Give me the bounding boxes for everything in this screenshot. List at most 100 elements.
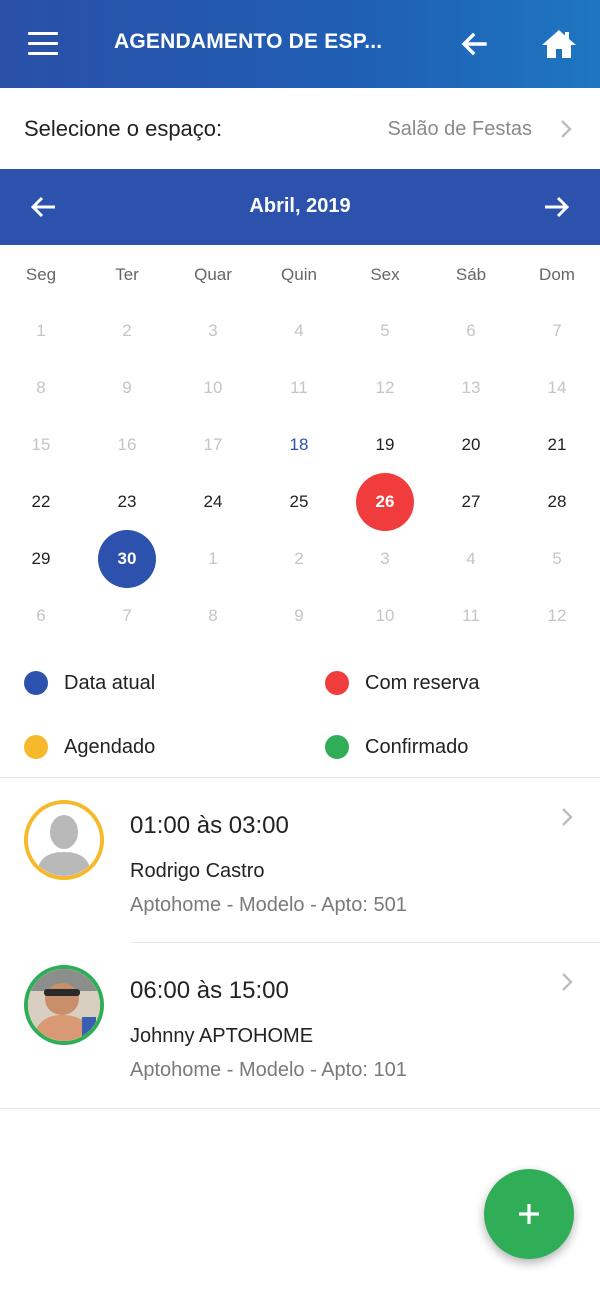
calendar-day[interactable]: 11	[428, 588, 514, 644]
calendar-day[interactable]: 5	[342, 303, 428, 359]
avatar	[24, 800, 104, 880]
next-month-arrow-icon[interactable]	[538, 189, 574, 225]
calendar-day[interactable]: 16	[84, 417, 170, 473]
calendar-day[interactable]: 24	[170, 474, 256, 530]
calendar-day[interactable]: 1	[170, 531, 256, 587]
calendar-day-number: 7	[552, 321, 562, 340]
calendar-day-number: 15	[31, 435, 51, 454]
calendar-day-number: 13	[461, 378, 481, 397]
calendar-day-number: 30	[117, 549, 137, 568]
arrow-left-icon[interactable]	[455, 24, 495, 64]
legend-dot-current	[24, 671, 48, 695]
calendar-day[interactable]: 1	[0, 303, 84, 359]
calendar-day-number: 29	[31, 549, 51, 568]
calendar-day[interactable]: 10	[342, 588, 428, 644]
calendar-day[interactable]: 7	[514, 303, 600, 359]
calendar-day[interactable]: 7	[84, 588, 170, 644]
calendar-day-number: 24	[203, 492, 223, 511]
calendar-day[interactable]: 30	[84, 530, 170, 588]
home-icon[interactable]	[538, 24, 580, 64]
calendar-day-number: 6	[466, 321, 476, 340]
calendar-day-number: 3	[380, 549, 390, 568]
calendar-day[interactable]: 2	[256, 531, 342, 587]
calendar-day[interactable]: 29	[0, 531, 84, 587]
calendar-day[interactable]: 8	[170, 588, 256, 644]
booking-list-item[interactable]: 01:00 às 03:00 Rodrigo Castro Aptohome -…	[0, 778, 600, 943]
calendar-day-number: 5	[380, 321, 390, 340]
calendar-day[interactable]: 23	[84, 474, 170, 530]
calendar-day[interactable]: 19	[342, 417, 428, 473]
avatar	[24, 965, 104, 1045]
weekday-label: Quar	[194, 265, 232, 284]
calendar-day[interactable]: 18	[256, 417, 342, 473]
weekday-label: Sex	[370, 265, 400, 284]
legend-label: Com reserva	[365, 671, 480, 694]
calendar-day[interactable]: 25	[256, 474, 342, 530]
calendar-day-number: 16	[117, 435, 137, 454]
calendar-day-number: 12	[375, 378, 395, 397]
booking-place: Aptohome - Modelo - Apto: 501	[130, 894, 407, 916]
calendar-day[interactable]: 4	[256, 303, 342, 359]
calendar-day-number: 5	[552, 549, 562, 568]
weekday-label: Sáb	[455, 265, 487, 284]
calendar-day[interactable]: 20	[428, 417, 514, 473]
calendar-day[interactable]: 4	[428, 531, 514, 587]
app-header: AGENDAMENTO DE ESP...	[0, 0, 600, 88]
calendar-day-number: 21	[547, 435, 567, 454]
calendar-day[interactable]: 2	[84, 303, 170, 359]
calendar-day[interactable]: 6	[428, 303, 514, 359]
calendar-day[interactable]: 11	[256, 360, 342, 416]
calendar-day-number: 12	[547, 606, 567, 625]
calendar-day-number: 20	[461, 435, 481, 454]
calendar-day[interactable]: 28	[514, 474, 600, 530]
calendar-day-number: 4	[466, 549, 476, 568]
calendar-day-number: 9	[294, 606, 304, 625]
space-selector[interactable]: Selecione o espaço: Salão de Festas	[0, 88, 600, 169]
calendar-day[interactable]: 12	[342, 360, 428, 416]
booking-name: Johnny APTOHOME	[130, 1025, 314, 1047]
legend-label: Confirmado	[365, 735, 469, 758]
calendar-day[interactable]: 26	[342, 473, 428, 531]
calendar-day[interactable]: 10	[170, 360, 256, 416]
calendar-day-number: 4	[294, 321, 304, 340]
calendar-day[interactable]: 9	[256, 588, 342, 644]
calendar-day[interactable]: 3	[170, 303, 256, 359]
calendar-day-number: 2	[294, 549, 304, 568]
calendar-day-number: 11	[290, 378, 308, 397]
calendar-day-number: 14	[547, 378, 567, 397]
calendar-day-number: 3	[208, 321, 218, 340]
legend-dot-confirmed	[325, 735, 349, 759]
add-booking-button[interactable]	[484, 1169, 574, 1259]
calendar-day[interactable]: 13	[428, 360, 514, 416]
calendar-day[interactable]: 21	[514, 417, 600, 473]
booking-time: 06:00 às 15:00	[130, 977, 289, 1004]
legend-dot-scheduled	[24, 735, 48, 759]
booking-place: Aptohome - Modelo - Apto: 101	[130, 1059, 407, 1081]
calendar-day[interactable]: 3	[342, 531, 428, 587]
calendar-day[interactable]: 15	[0, 417, 84, 473]
calendar-day-number: 1	[36, 321, 46, 340]
legend-item-confirmed: Confirmado	[325, 735, 468, 759]
calendar-day[interactable]: 14	[514, 360, 600, 416]
calendar-day[interactable]: 6	[0, 588, 84, 644]
calendar-day[interactable]: 27	[428, 474, 514, 530]
weekday-label: Quin	[281, 265, 317, 284]
space-selector-label: Selecione o espaço:	[24, 116, 223, 141]
user-photo-icon	[28, 969, 100, 1041]
calendar-day-number: 2	[122, 321, 132, 340]
calendar-day[interactable]: 9	[84, 360, 170, 416]
calendar-day-number: 22	[31, 492, 51, 511]
calendar-day-number: 28	[547, 492, 567, 511]
calendar-day[interactable]: 8	[0, 360, 84, 416]
calendar-day[interactable]: 12	[514, 588, 600, 644]
calendar-day-number: 9	[122, 378, 132, 397]
calendar-day[interactable]: 22	[0, 474, 84, 530]
calendar-day-number: 17	[203, 435, 223, 454]
weekday-label: Seg	[25, 265, 57, 284]
booking-list-item[interactable]: 06:00 às 15:00 Johnny APTOHOME Aptohome …	[0, 943, 600, 1108]
calendar-day[interactable]: 5	[514, 531, 600, 587]
calendar-day-number: 10	[203, 378, 223, 397]
calendar-day[interactable]: 17	[170, 417, 256, 473]
weekday-header: Seg Ter Quar Quin Sex Sáb Dom	[0, 245, 600, 301]
menu-icon[interactable]	[22, 26, 66, 62]
